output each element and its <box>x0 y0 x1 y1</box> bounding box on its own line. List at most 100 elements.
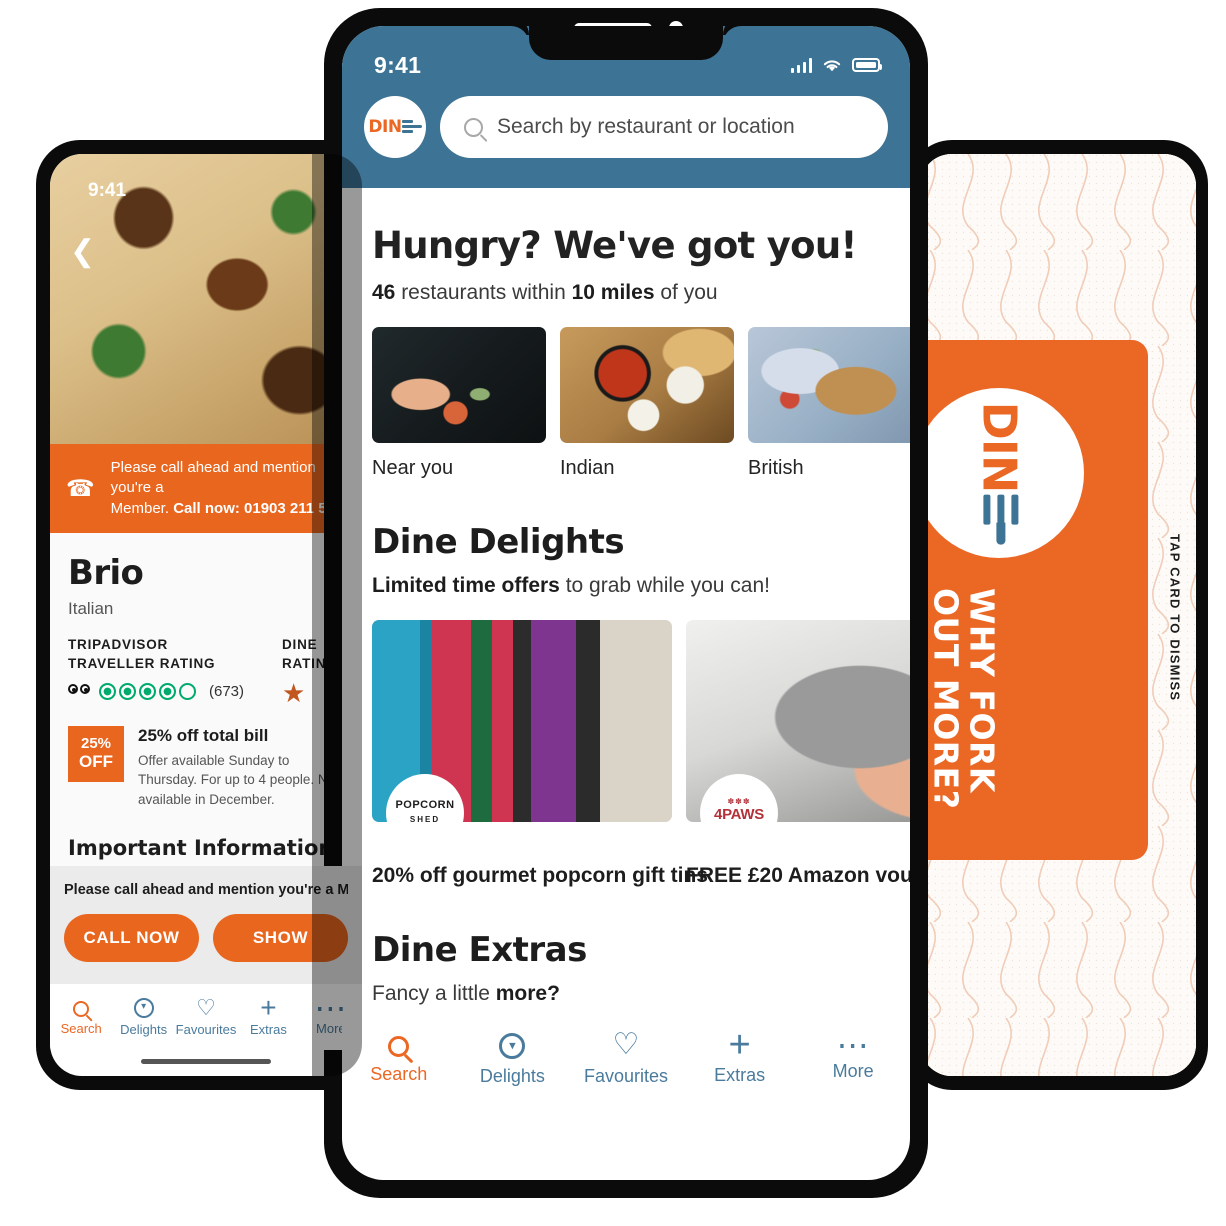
status-time: 9:41 <box>374 51 422 78</box>
dine-logo-badge[interactable]: DIN <box>364 96 426 158</box>
tripadvisor-rating-row: (673) <box>68 682 282 700</box>
search-icon <box>388 1036 410 1057</box>
plus-icon: + <box>260 991 277 1023</box>
count-end-text: of you <box>654 281 718 304</box>
phone-icon: ☎ <box>66 474 95 501</box>
category-image <box>372 327 546 443</box>
ellipsis-icon: ⋯ <box>836 1027 870 1063</box>
app-body: Hungry? We've got you! 46 restaurants wi… <box>342 188 910 1102</box>
home-indicator[interactable] <box>141 1059 271 1064</box>
plus-icon: + <box>728 1024 751 1066</box>
page-title: Hungry? We've got you! <box>372 224 857 267</box>
search-input[interactable]: Search by restaurant or location <box>440 96 888 158</box>
tab-label-search: Search <box>60 1021 102 1036</box>
screenshot-stage: 9:41 ❮ ☎ Please call ahead and mention y… <box>0 0 1226 1226</box>
dismiss-hint: TAP CARD TO DISMISS <box>1167 534 1182 702</box>
middle-phone-screen: 9:41 DIN Search by restaurant or locatio… <box>342 26 910 1180</box>
delight-image: POPCORN SHED <box>372 620 672 822</box>
middle-phone-frame: 9:41 DIN Search by restaurant or locatio… <box>324 8 928 1198</box>
card-tagline: WHY FORK OUT MORE? <box>926 588 1002 838</box>
tab-label-search: Search <box>370 1064 428 1084</box>
call-now-button[interactable]: CALL NOW <box>64 914 199 962</box>
restaurant-count: 46 <box>372 281 396 304</box>
heart-icon: ♡ <box>612 1028 640 1061</box>
tab-more[interactable]: ⋯ More <box>796 1027 910 1082</box>
popcorn-shed-logo: POPCORN SHED <box>395 799 454 822</box>
tab-label-more: More <box>832 1061 874 1081</box>
fork-icon <box>978 494 1020 545</box>
search-row: DIN Search by restaurant or location <box>342 82 910 158</box>
hero-section: Hungry? We've got you! 46 restaurants wi… <box>342 224 910 480</box>
delight-card[interactable]: ✽✽✽ 4PAWS Pet Insurance FREE £20 Amazon … <box>686 620 910 888</box>
important-information-heading: Important Information <box>68 835 334 860</box>
category-label: Near you <box>372 457 454 479</box>
status-icons <box>790 57 882 73</box>
extras-subtitle: Fancy a little more? <box>372 982 880 1006</box>
offer-badge-pct: 25% <box>80 735 112 753</box>
dine-logo-badge: DIN <box>920 388 1084 558</box>
tab-extras[interactable]: + Extras <box>683 1024 797 1086</box>
tripadvisor-label-line2: TRAVELLER RATING <box>68 656 216 672</box>
tab-delights[interactable]: Delights <box>456 1032 570 1087</box>
rating-bubbles <box>99 682 196 700</box>
tab-favourites[interactable]: ♡ Favourites <box>569 1028 683 1087</box>
left-phone-frame: 9:41 ❮ ☎ Please call ahead and mention y… <box>36 140 376 1090</box>
tagline-line2: OUT MORE? <box>926 588 966 810</box>
tab-label-delights: Delights <box>479 1065 545 1086</box>
delight-caption: 20% off gourmet popcorn gift tins <box>372 864 708 887</box>
offer-block: 25% OFF 25% off total bill Offer availab… <box>68 725 344 810</box>
dine-logo: DIN <box>368 117 422 137</box>
brand-line2: SHED <box>409 815 441 822</box>
delights-heading: Dine Delights <box>372 522 625 562</box>
tripadvisor-label-line1: TRIPADVISOR <box>68 636 169 652</box>
search-icon <box>73 1001 90 1017</box>
brand-line1: 4PAWS <box>714 805 764 823</box>
tab-search[interactable]: Search <box>50 998 112 1036</box>
paw-prints-icon: ✽✽✽ <box>727 796 751 806</box>
category-card[interactable]: Near you <box>372 327 546 480</box>
modal-buttons: CALL NOW SHOW <box>64 914 348 962</box>
tab-extras[interactable]: + Extras <box>237 991 299 1037</box>
right-phone-screen: DIN WHY FORK OUT MORE? TAP CARD TO DISMI… <box>920 154 1196 1076</box>
fork-icon <box>401 119 422 135</box>
category-card[interactable]: Indian <box>560 327 734 480</box>
category-label: Indian <box>560 457 615 479</box>
offer-discount-badge: 25% OFF <box>68 725 124 782</box>
clock-icon <box>133 998 154 1018</box>
call-banner-text: Please call ahead and mention you're a M… <box>111 458 346 519</box>
distance-value: 10 miles <box>571 281 655 304</box>
offer-badge-off: OFF <box>79 751 113 771</box>
membership-card[interactable]: DIN WHY FORK OUT MORE? <box>920 340 1148 860</box>
category-label: British <box>748 457 804 479</box>
tab-favourites[interactable]: ♡ Favourites <box>175 996 237 1037</box>
search-placeholder: Search by restaurant or location <box>497 115 795 138</box>
overlap-shadow <box>312 154 362 1076</box>
tripadvisor-rating-label: TRIPADVISOR TRAVELLER RATING <box>68 635 282 674</box>
restaurant-count-line: 46 restaurants within 10 miles of you <box>372 281 880 305</box>
tab-label-favourites: Favourites <box>175 1021 237 1037</box>
extras-subtitle-plain: Fancy a little <box>372 982 496 1005</box>
chevron-left-icon[interactable]: ❮ <box>70 234 95 269</box>
extras-subtitle-bold: more? <box>495 982 560 1005</box>
tagline-line1: WHY FORK <box>962 588 1002 793</box>
delight-card[interactable]: POPCORN SHED 20% off gourmet popcorn gif… <box>372 620 708 888</box>
tab-delights[interactable]: Delights <box>112 997 174 1037</box>
dine-logo-text: DIN <box>368 117 402 137</box>
category-card[interactable]: British <box>748 327 910 480</box>
delights-subtitle-bold: Limited time offers <box>372 574 560 597</box>
search-icon <box>464 117 483 137</box>
tab-label-delights: Delights <box>120 1022 168 1037</box>
delights-subtitle: Limited time offers to grab while you ca… <box>372 574 880 598</box>
category-image <box>748 327 910 443</box>
dine-logo-rotated: DIN <box>972 402 1026 545</box>
battery-icon <box>852 58 882 72</box>
tab-label-favourites: Favourites <box>583 1066 668 1086</box>
category-image <box>560 327 734 443</box>
signal-bars-icon <box>790 57 812 73</box>
call-banner-line2-prefix: Member. <box>110 499 174 517</box>
dine-delights-section: Dine Delights Limited time offers to gra… <box>342 522 910 888</box>
delights-subtitle-rest: to grab while you can! <box>559 574 770 597</box>
tripadvisor-owl-icon <box>68 683 90 699</box>
dine-logo-text: DIN <box>971 401 1026 493</box>
review-count: (673) <box>209 682 245 700</box>
